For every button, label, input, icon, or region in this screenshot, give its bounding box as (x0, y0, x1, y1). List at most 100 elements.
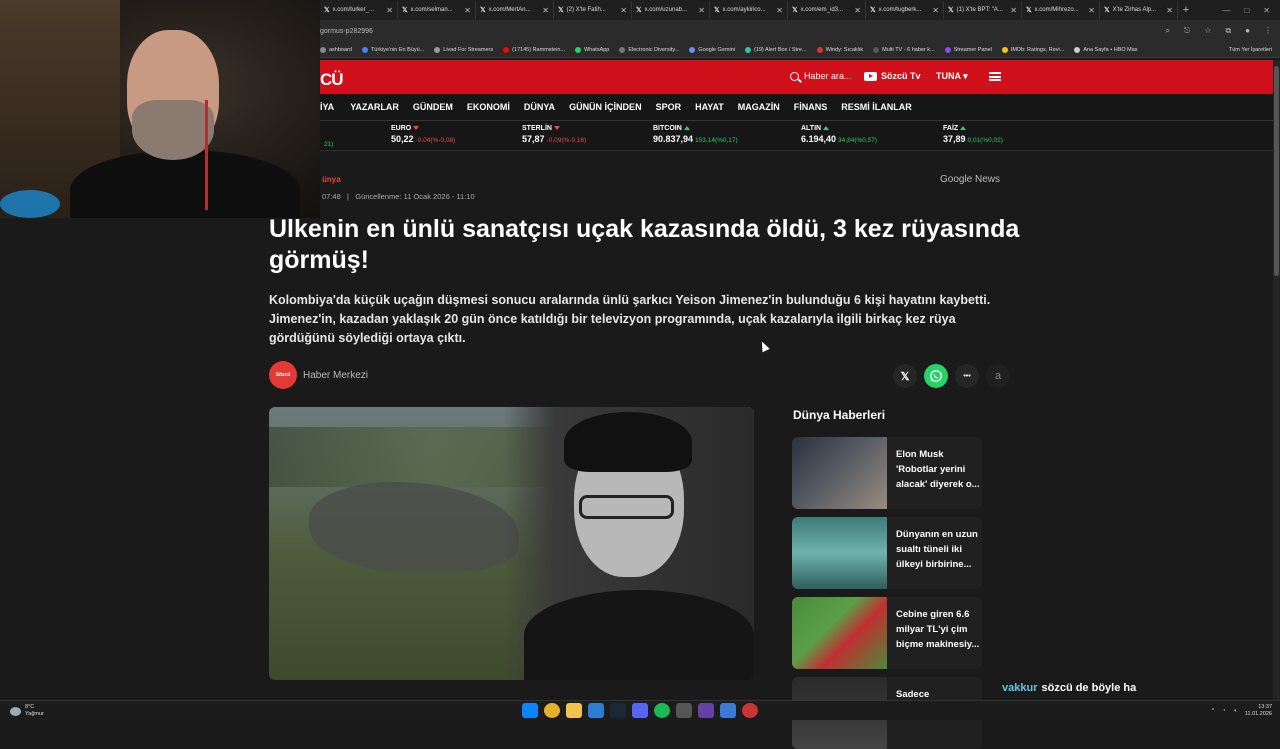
close-window-icon[interactable]: ✕ (1263, 6, 1270, 15)
close-tab-icon[interactable]: ✕ (464, 6, 471, 15)
zoom-icon[interactable]: ⌕ (1165, 26, 1169, 36)
new-tab-button[interactable]: + (1178, 4, 1194, 16)
weather-widget[interactable]: 8°C Yağmur (10, 704, 44, 718)
bookmark-item[interactable]: Multi TV - 6 haber k... (873, 46, 935, 53)
browser-tab[interactable]: 𝕏x.com/selman... ✕ (398, 1, 476, 19)
browser-tab[interactable]: 𝕏x.com/turker_... ✕ (320, 1, 398, 19)
bookmark-item[interactable]: (17145) Rammstein... (503, 46, 565, 53)
obs-icon[interactable] (698, 703, 714, 718)
close-tab-icon[interactable]: ✕ (932, 6, 939, 15)
bookmark-item[interactable]: ashboard (320, 46, 352, 53)
nav-item[interactable]: YAZARLAR (350, 102, 399, 112)
bookmark-label: ashboard (329, 46, 352, 53)
nav-item[interactable]: DÜNYA (524, 102, 555, 112)
start-icon[interactable] (522, 703, 538, 718)
close-tab-icon[interactable]: ✕ (1010, 6, 1017, 15)
browser-tab[interactable]: 𝕏 (2) X'te Fatih... ✕ (554, 1, 632, 19)
browser-tab[interactable]: 𝕏x.com/MertAn... ✕ (476, 1, 554, 19)
sozcu-tv-link[interactable]: Sözcü Tv (864, 71, 921, 81)
app-icon-3[interactable] (742, 703, 758, 718)
nav-item[interactable]: GÜNDEM (413, 102, 453, 112)
ticker-item[interactable]: STERLİN 57,87 -0,09(%-0,16) (522, 125, 586, 144)
browser-tab[interactable]: 𝕏x.com/Mihrezo... ✕ (1022, 1, 1100, 19)
close-tab-icon[interactable]: ✕ (698, 6, 705, 15)
minimize-icon[interactable]: — (1222, 6, 1230, 15)
close-tab-icon[interactable]: ✕ (542, 6, 549, 15)
bookmark-item[interactable]: Livad For Streamers (434, 46, 493, 53)
bookmark-item[interactable]: WhatsApp (574, 46, 609, 53)
close-tab-icon[interactable]: ✕ (776, 6, 783, 15)
user-menu[interactable]: TUNA ▾ (936, 71, 968, 82)
close-tab-icon[interactable]: ✕ (620, 6, 627, 15)
author-block[interactable]: Sözcü Haber Merkezi (269, 361, 368, 389)
browser-tab[interactable]: 𝕏x.com/em_id3... ✕ (788, 1, 866, 19)
nav-item[interactable]: GÜNÜN İÇİNDEN (569, 102, 642, 112)
bookmark-item[interactable]: Google Gemini (689, 46, 735, 53)
edge-icon[interactable] (588, 703, 604, 718)
close-tab-icon[interactable]: ✕ (1166, 6, 1173, 15)
sidebar-news-card[interactable]: Dünyanın en uzun sualtı tüneli iki ülkey… (792, 517, 982, 589)
article-category[interactable]: ünya (322, 175, 341, 184)
discord-icon[interactable] (632, 703, 648, 718)
close-tab-icon[interactable]: ✕ (854, 6, 861, 15)
clock[interactable]: 13:37 11.01.2026 (1245, 704, 1272, 718)
extensions-icon[interactable]: ⧉ (1225, 26, 1231, 36)
volume-icon[interactable]: ◖ (1234, 708, 1237, 714)
bookmark-item[interactable]: IMDb: Ratings, Revi... (1001, 46, 1064, 53)
close-tab-icon[interactable]: ✕ (386, 6, 393, 15)
sidebar-news-card[interactable]: Cebine giren 6.6 milyar TL'yi çim biçme … (792, 597, 982, 669)
browser-tab[interactable]: 𝕏 (1) X'te BPT: "A... ✕ (944, 1, 1022, 19)
browser-tab[interactable]: 𝕏x.com/tugberk... ✕ (866, 1, 944, 19)
bookmark-item[interactable]: Ana Sayfa • HBO Max (1074, 46, 1138, 53)
steam-icon[interactable] (610, 703, 626, 718)
bookmark-item[interactable]: Electronic Diversity... (619, 46, 679, 53)
browser-tab[interactable]: 𝕏x.com/aykirico... ✕ (710, 1, 788, 19)
network-icon[interactable]: ◔ (1222, 708, 1225, 714)
bookmark-item[interactable]: (19) Alert Box / Stre... (744, 46, 807, 53)
site-logo[interactable]: CÜ (320, 70, 344, 90)
bookmark-item[interactable]: Türkiye'nin En Büyü... (361, 46, 424, 53)
nav-item[interactable]: EKONOMİ (467, 102, 510, 112)
browser-tab[interactable]: 𝕏x.com/uzunab... ✕ (632, 1, 710, 19)
tray-chevron-icon[interactable]: ^ (1212, 708, 1215, 714)
menu-icon[interactable]: ⋮ (1264, 26, 1272, 36)
nav-item[interactable]: RESMİ İLANLAR (841, 102, 912, 112)
browser-tab[interactable]: 𝕏 X'te Zirhas Alp... ✕ (1100, 1, 1178, 19)
ticker-item[interactable]: BITCOIN 90.837,94 153,14(%0,17) (653, 125, 738, 144)
google-news-link[interactable]: Google News (940, 174, 1000, 185)
ticker-item[interactable]: EURO 50,22 -0,04(%-0,08) (391, 125, 455, 144)
scrollbar-thumb[interactable] (1274, 66, 1279, 276)
url-field[interactable]: gormus-p282996 (320, 28, 373, 35)
profile-icon[interactable]: ● (1245, 26, 1250, 36)
file-explorer-icon[interactable] (566, 703, 582, 718)
spotify-icon[interactable] (654, 703, 670, 718)
nav-item[interactable]: HAYAT (695, 102, 724, 112)
ticker-item[interactable]: ALTIN 6.194,40 34,84(%0,57) (801, 125, 877, 144)
bookmark-item[interactable]: Streamer Panel (944, 46, 992, 53)
sidebar-news-card[interactable]: Elon Musk 'Robotlar yerini alacak' diyer… (792, 437, 982, 509)
tab-label: X'te Zirhas Alp... (1112, 7, 1157, 13)
ticker-item[interactable]: FAİZ 37,89 0,01(%0,02) (943, 125, 1003, 144)
share-icon[interactable]: ⎋ (1184, 26, 1190, 36)
sidebar-title[interactable]: Dünya Haberleri (793, 408, 885, 422)
all-bookmarks[interactable]: Tüm Yer İşaretleri (1229, 47, 1272, 53)
font-size-icon[interactable]: a (986, 364, 1010, 388)
page-scrollbar[interactable] (1273, 60, 1280, 700)
app-icon[interactable] (676, 703, 692, 718)
share-x-icon[interactable]: 𝕏 (893, 364, 917, 388)
close-tab-icon[interactable]: ✕ (1088, 6, 1095, 15)
chrome-icon[interactable] (544, 703, 560, 718)
share-whatsapp-icon[interactable] (924, 364, 948, 388)
search-button[interactable]: Haber ara... (790, 71, 852, 81)
bookmark-item[interactable]: Windy: Sıcaklık (816, 46, 863, 53)
maximize-icon[interactable]: □ (1244, 6, 1249, 15)
app-icon-2[interactable] (720, 703, 736, 718)
hamburger-menu-icon[interactable] (989, 72, 1001, 81)
nav-item[interactable]: SPOR (656, 102, 682, 112)
nav-item[interactable]: MAGAZİN (738, 102, 780, 112)
bookmark-star-icon[interactable]: ☆ (1204, 26, 1211, 36)
share-more-icon[interactable]: ••• (955, 364, 979, 388)
nav-item[interactable]: FİNANS (794, 102, 828, 112)
nav-item[interactable]: İYA (320, 102, 334, 112)
ticker-item[interactable]: 21) (322, 136, 333, 148)
